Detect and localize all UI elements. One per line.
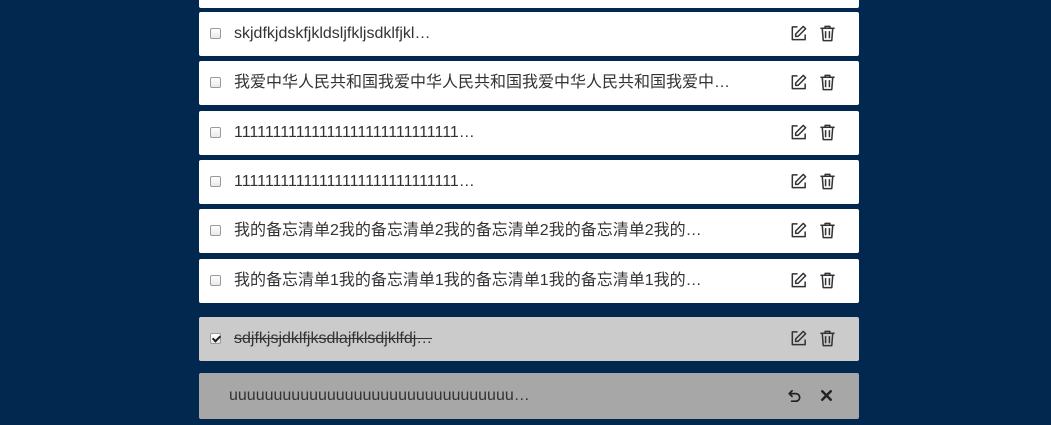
todo-text[interactable]: 11111111111111111111111111111…: [234, 111, 475, 155]
todo-text: uuuuuuuuuuuuuuuuuuuuuuuuuuuuuuuu…: [229, 387, 530, 404]
todo-text[interactable]: 我的备忘清单2我的备忘清单2我的备忘清单2我的备忘清单2我的…: [234, 209, 702, 253]
todo-item: 我的备忘清单1我的备忘清单1我的备忘清单1我的备忘清单1我的…: [199, 259, 859, 303]
trash-icon[interactable]: [818, 271, 837, 290]
todo-actions: [789, 221, 837, 241]
todo-checkbox[interactable]: [210, 225, 221, 236]
trash-icon[interactable]: [818, 221, 837, 240]
trash-icon[interactable]: [818, 172, 837, 191]
edit-icon[interactable]: [789, 271, 808, 290]
todo-actions: [789, 73, 837, 93]
todo-checkbox[interactable]: [210, 127, 221, 138]
edit-icon[interactable]: [789, 172, 808, 191]
edit-icon[interactable]: [789, 24, 808, 43]
edit-icon[interactable]: [789, 123, 808, 142]
todo-item: 我爱中华人民共和国我爱中华人民共和国我爱中华人民共和国我爱中…: [199, 61, 859, 105]
trash-icon[interactable]: [818, 24, 837, 43]
todo-text[interactable]: 11111111111111111111111111111…: [234, 160, 475, 204]
todo-item: 11111111111111111111111111111…: [199, 160, 859, 204]
todo-item: 我的备忘清单2我的备忘清单2我的备忘清单2我的备忘清单2我的…: [199, 209, 859, 253]
trash-icon[interactable]: [818, 73, 837, 92]
undo-icon[interactable]: [784, 386, 803, 405]
edit-icon[interactable]: [789, 73, 808, 92]
todo-app: skjdfkjdskfjkldsljfkljsdklfjkl… 我爱中华人民共和…: [0, 0, 1051, 425]
close-icon[interactable]: [817, 386, 836, 405]
todo-actions: [789, 123, 837, 143]
trashed-todo-item: uuuuuuuuuuuuuuuuuuuuuuuuuuuuuuuu…: [199, 373, 859, 419]
todo-text[interactable]: sdjfkjsjdklfjksdlajfklsdjklfdj…: [234, 317, 432, 361]
todo-checkbox[interactable]: [210, 77, 221, 88]
trash-actions: [784, 386, 836, 406]
todo-checkbox[interactable]: [210, 275, 221, 286]
todo-actions: [789, 271, 837, 291]
todo-item: skjdfkjdskfjkldsljfkljsdklfjkl…: [199, 12, 859, 56]
todo-text[interactable]: skjdfkjdskfjkldsljfkljsdklfjkl…: [234, 12, 430, 56]
partial-list-item: [199, 0, 859, 8]
trash-icon[interactable]: [818, 123, 837, 142]
todo-actions: [789, 172, 837, 192]
todo-item: 11111111111111111111111111111…: [199, 111, 859, 155]
trash-icon[interactable]: [818, 329, 837, 348]
todo-text[interactable]: 我的备忘清单1我的备忘清单1我的备忘清单1我的备忘清单1我的…: [234, 259, 702, 303]
todo-text[interactable]: 我爱中华人民共和国我爱中华人民共和国我爱中华人民共和国我爱中…: [234, 61, 730, 105]
todo-actions: [789, 24, 837, 44]
edit-icon[interactable]: [789, 221, 808, 240]
completed-todo-item: sdjfkjsjdklfjksdlajfklsdjklfdj…: [199, 317, 859, 361]
todo-checkbox-checked[interactable]: [210, 333, 221, 344]
todo-checkbox[interactable]: [210, 28, 221, 39]
todo-checkbox[interactable]: [210, 176, 221, 187]
edit-icon[interactable]: [789, 329, 808, 348]
todo-actions: [789, 329, 837, 349]
